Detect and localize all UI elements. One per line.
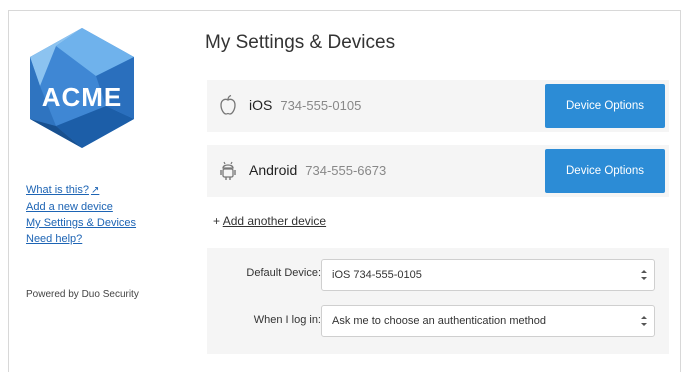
acme-logo: ACME <box>26 26 138 150</box>
plus-icon: + <box>213 214 221 228</box>
default-device-value: iOS 734-555-0105 <box>332 269 422 281</box>
add-new-device-link[interactable]: Add a new device <box>26 199 136 215</box>
logo-text: ACME <box>42 82 123 112</box>
page-title: My Settings & Devices <box>205 32 396 53</box>
my-settings-devices-link[interactable]: My Settings & Devices <box>26 215 136 231</box>
when-login-select[interactable]: Ask me to choose an authentication metho… <box>321 305 655 337</box>
default-device-select[interactable]: iOS 734-555-0105 <box>321 259 655 291</box>
settings-panel: Default Device: iOS 734-555-0105 When I … <box>207 248 669 354</box>
device-row-ios: iOS 734-555-0105 Device Options <box>207 80 669 132</box>
add-another-device: + Add another device <box>213 214 326 228</box>
device-row-android: Android 734-555-6673 Device Options <box>207 145 669 197</box>
default-device-label: Default Device: <box>246 267 321 279</box>
select-arrows-icon <box>641 270 647 280</box>
device-info: iOS 734-555-0105 <box>249 97 361 113</box>
add-another-device-link[interactable]: Add another device <box>223 214 326 228</box>
android-icon <box>220 161 236 180</box>
select-arrows-icon <box>641 316 647 326</box>
device-phone-label: 734-555-6673 <box>305 163 387 178</box>
what-is-this-label: What is this? <box>26 184 89 196</box>
apple-icon <box>220 94 236 115</box>
powered-by-text: Powered by Duo Security <box>26 289 139 300</box>
device-name-label: iOS <box>249 97 273 113</box>
need-help-link[interactable]: Need help? <box>26 231 136 247</box>
what-is-this-link[interactable]: What is this? ↗ <box>26 182 136 199</box>
device-options-button-android[interactable]: Device Options <box>545 149 665 193</box>
device-info: Android 734-555-6673 <box>249 162 386 178</box>
when-login-label: When I log in: <box>253 314 321 326</box>
when-login-value: Ask me to choose an authentication metho… <box>332 315 547 327</box>
device-phone-label: 734-555-0105 <box>280 98 362 113</box>
device-options-button-ios[interactable]: Device Options <box>545 84 665 128</box>
device-name-label: Android <box>249 162 298 178</box>
external-link-icon: ↗ <box>90 185 100 196</box>
hexagon-logo-icon: ACME <box>30 28 134 148</box>
sidebar-links: What is this? ↗ Add a new device My Setti… <box>26 182 136 247</box>
